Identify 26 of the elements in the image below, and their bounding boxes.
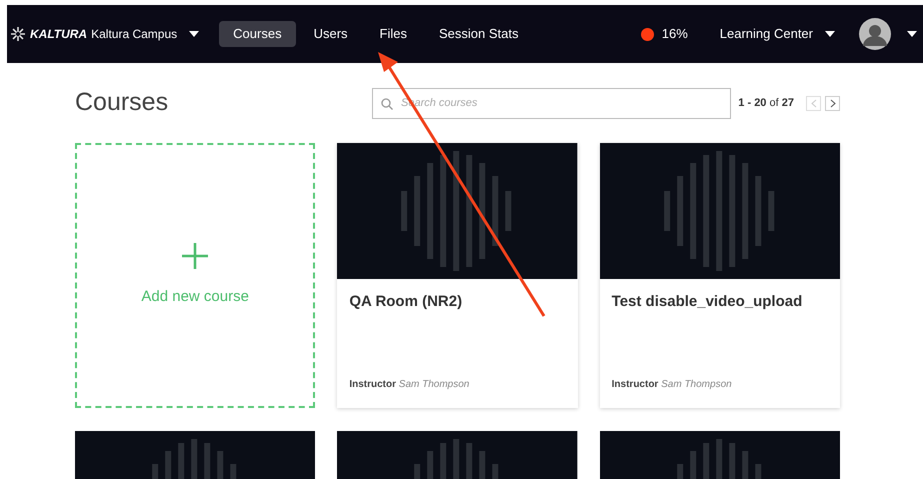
- page-title: Courses: [75, 87, 170, 118]
- caret-icon: [825, 31, 835, 37]
- instructor-text: Instructor Sam Thompson: [349, 378, 470, 392]
- campus-dropdown[interactable]: Kaltura Campus: [91, 25, 200, 43]
- star-logo-icon: [10, 26, 26, 42]
- course-card[interactable]: Test disable_video_upload Instructor Sam Thompson: [600, 143, 840, 408]
- pagination-text: 1 - 20 of 27: [738, 96, 794, 111]
- nav-tab[interactable]: Files: [366, 21, 421, 47]
- caret-icon: [907, 31, 917, 37]
- nav-tab[interactable]: Session Stats: [424, 21, 532, 47]
- course-title: Test disable_video_upload: [612, 292, 804, 312]
- course-card[interactable]: QA Room (NR2) Instructor Sam Thompson: [337, 143, 578, 408]
- course-title: QA Room (NR2): [349, 292, 464, 312]
- chevron-right-icon: [830, 98, 836, 108]
- logo-text: KALTURA: [30, 26, 88, 43]
- nav-tab[interactable]: Courses: [219, 21, 296, 47]
- avatar[interactable]: [859, 18, 891, 50]
- nav-tab[interactable]: Users: [300, 21, 362, 47]
- plus-icon: [181, 242, 210, 270]
- instructor-text: Instructor Sam Thompson: [612, 378, 733, 392]
- caret-icon: [189, 31, 200, 37]
- search-icon: [381, 98, 393, 110]
- status-reading: 16%: [662, 25, 688, 44]
- next-page-button[interactable]: [825, 96, 840, 110]
- chevron-left-icon: [810, 98, 816, 108]
- learning-center-dropdown[interactable]: Learning Center: [720, 24, 835, 44]
